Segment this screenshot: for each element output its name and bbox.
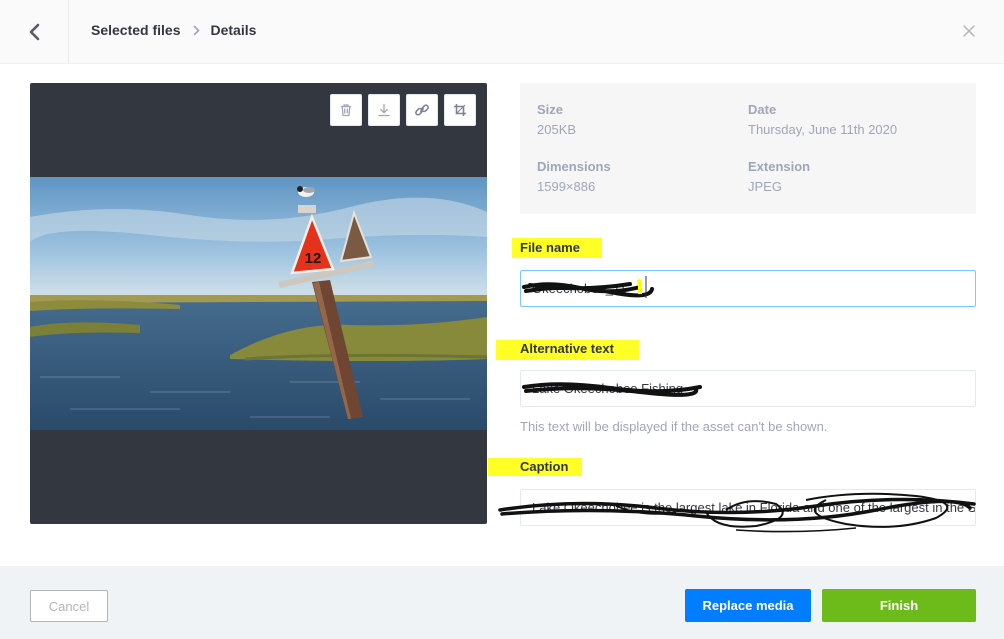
preview-toolbar <box>330 94 476 126</box>
extension-value: JPEG <box>748 179 782 194</box>
close-button[interactable] <box>962 24 976 38</box>
file-name-label: File name <box>520 240 580 255</box>
file-info-panel: Size 205KB Date Thursday, June 11th 2020… <box>520 83 976 214</box>
alt-text-input[interactable]: Lake Okeechobee Fishing <box>520 370 976 407</box>
extension-field: Extension JPEG <box>748 159 810 194</box>
cancel-button[interactable]: Cancel <box>30 590 108 622</box>
copy-link-button[interactable] <box>406 94 438 126</box>
alt-text-label: Alternative text <box>520 341 614 356</box>
link-icon <box>415 104 429 116</box>
breadcrumb-details: Details <box>210 22 257 38</box>
crop-button[interactable] <box>444 94 476 126</box>
file-name-value: Okeechobee_11 <box>532 281 627 296</box>
caption-value: Lake Okeechobee is the largest lake in F… <box>532 500 976 515</box>
download-icon <box>378 103 390 117</box>
replace-media-button[interactable]: Replace media <box>685 589 811 622</box>
modal-header: Selected files Details <box>0 0 1004 64</box>
download-button[interactable] <box>368 94 400 126</box>
trash-icon <box>341 104 351 117</box>
size-value: 205KB <box>537 122 577 137</box>
caption-input[interactable]: Lake Okeechobee is the largest lake in F… <box>520 489 976 526</box>
extension-label: Extension <box>748 159 811 174</box>
dimensions-field: Dimensions 1599×886 <box>537 159 611 194</box>
date-value: Thursday, June 11th 2020 <box>748 122 898 137</box>
delete-button[interactable] <box>330 94 362 126</box>
alt-text-hint: This text will be displayed if the asset… <box>520 419 828 434</box>
breadcrumb: Selected files Details <box>91 22 256 38</box>
close-icon <box>963 25 975 37</box>
preview-image: 12 <box>30 177 487 430</box>
finish-button[interactable]: Finish <box>822 589 976 622</box>
dimensions-label: Dimensions <box>537 159 611 174</box>
size-field: Size 205KB <box>537 102 576 137</box>
size-label: Size <box>537 102 564 117</box>
caption-label: Caption <box>520 459 569 474</box>
dimensions-value: 1599×886 <box>537 179 596 194</box>
back-button[interactable] <box>0 0 69 63</box>
alt-text-value: Lake Okeechobee Fishing <box>532 381 684 396</box>
date-field: Date Thursday, June 11th 2020 <box>748 102 897 137</box>
date-label: Date <box>748 102 777 117</box>
modal-footer: Cancel Replace media Finish <box>0 566 1004 639</box>
svg-text:12: 12 <box>305 250 322 267</box>
chevron-left-icon <box>29 23 40 40</box>
breadcrumb-selected-files[interactable]: Selected files <box>91 22 181 38</box>
chevron-right-icon <box>193 25 200 36</box>
media-preview: 12 <box>30 83 487 524</box>
crop-icon <box>454 104 466 116</box>
file-name-input[interactable]: Okeechobee_11 <box>520 270 976 307</box>
